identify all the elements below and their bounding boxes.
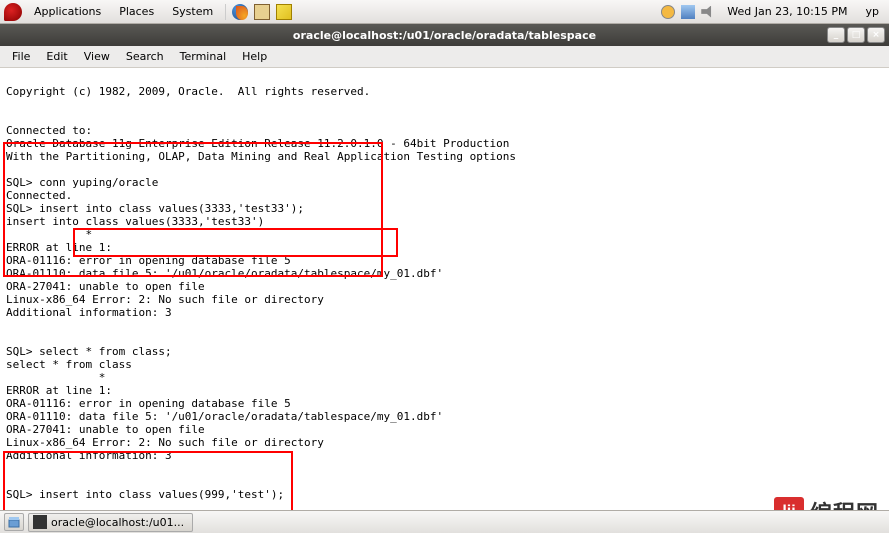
user-menu[interactable]: yp: [860, 3, 886, 20]
window-titlebar[interactable]: oracle@localhost:/u01/oracle/oradata/tab…: [0, 24, 889, 46]
menu-edit[interactable]: Edit: [40, 48, 73, 65]
firefox-launcher-icon[interactable]: [232, 4, 248, 20]
terminal-menubar: File Edit View Search Terminal Help: [0, 46, 889, 68]
terminal-icon: [33, 515, 47, 529]
taskbar-item-label: oracle@localhost:/u01...: [51, 516, 184, 529]
applications-menu[interactable]: Applications: [28, 3, 107, 20]
panel-right-group: Wed Jan 23, 10:15 PM yp: [661, 3, 885, 20]
system-menu[interactable]: System: [166, 3, 219, 20]
terminal-output[interactable]: Copyright (c) 1982, 2009, Oracle. All ri…: [0, 68, 889, 510]
window-buttons: _ □ ×: [827, 27, 885, 43]
gnome-top-panel: Applications Places System Wed Jan 23, 1…: [0, 0, 889, 24]
maximize-button[interactable]: □: [847, 27, 865, 43]
clock[interactable]: Wed Jan 23, 10:15 PM: [721, 3, 853, 20]
taskbar-item-terminal[interactable]: oracle@localhost:/u01...: [28, 513, 193, 532]
distro-logo-icon[interactable]: [4, 3, 22, 21]
places-menu[interactable]: Places: [113, 3, 160, 20]
close-button[interactable]: ×: [867, 27, 885, 43]
show-desktop-button[interactable]: [4, 513, 24, 531]
volume-tray-icon[interactable]: [701, 6, 715, 18]
window-title: oracle@localhost:/u01/oracle/oradata/tab…: [293, 29, 596, 42]
minimize-button[interactable]: _: [827, 27, 845, 43]
network-tray-icon[interactable]: [681, 5, 695, 19]
menu-terminal[interactable]: Terminal: [174, 48, 233, 65]
menu-help[interactable]: Help: [236, 48, 273, 65]
notes-launcher-icon[interactable]: [276, 4, 292, 20]
clipboard-launcher-icon[interactable]: [254, 4, 270, 20]
panel-divider: [225, 4, 226, 20]
gnome-bottom-panel: oracle@localhost:/u01...: [0, 510, 889, 533]
menu-search[interactable]: Search: [120, 48, 170, 65]
panel-left-group: Applications Places System: [4, 3, 292, 21]
update-tray-icon[interactable]: [661, 5, 675, 19]
menu-view[interactable]: View: [78, 48, 116, 65]
menu-file[interactable]: File: [6, 48, 36, 65]
